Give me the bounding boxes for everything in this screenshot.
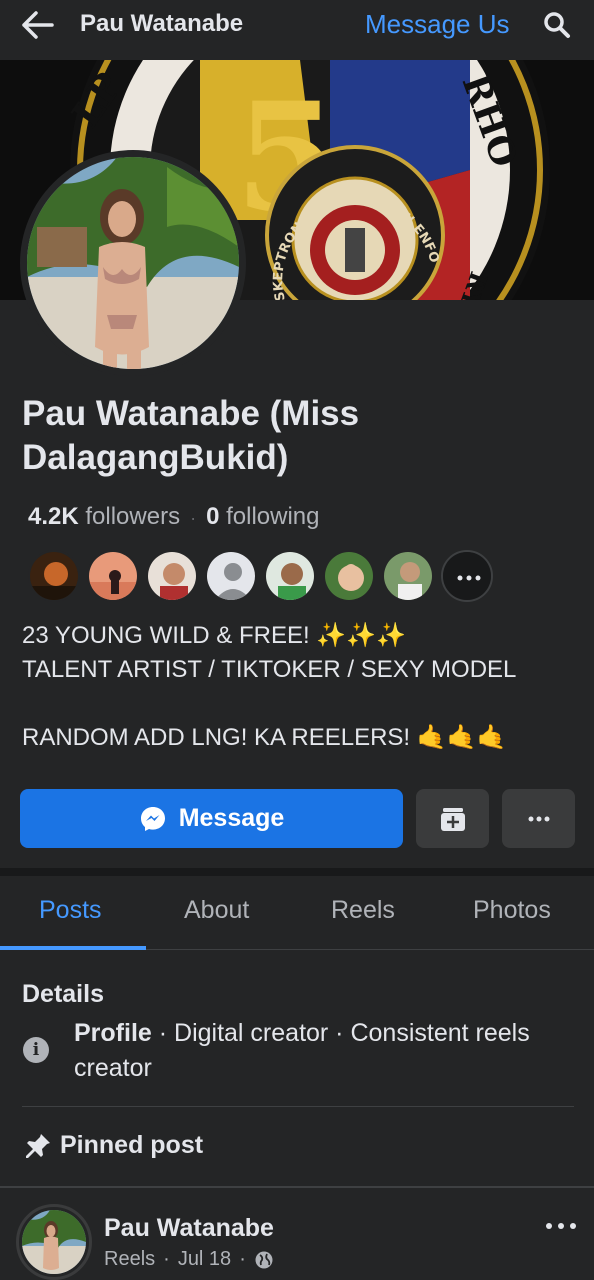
top-bar: Pau Watanabe Message Us bbox=[0, 0, 594, 50]
info-icon: i bbox=[23, 1037, 49, 1063]
bio-line: RANDOM ADD LNG! KA REELERS! 🤙🤙🤙 bbox=[22, 724, 507, 751]
followers-count[interactable]: 4.2K bbox=[28, 503, 79, 530]
follower-avatar[interactable] bbox=[323, 550, 375, 602]
profile-tabs: Posts About Reels Photos bbox=[0, 876, 594, 950]
pinned-post-header: Pinned post bbox=[24, 1131, 203, 1160]
pinned-post-label: Pinned post bbox=[60, 1131, 204, 1159]
messenger-icon bbox=[140, 806, 165, 831]
follower-avatar[interactable] bbox=[146, 550, 198, 602]
search-icon[interactable] bbox=[542, 10, 572, 40]
divider bbox=[0, 1186, 594, 1188]
follower-avatar[interactable] bbox=[441, 550, 493, 602]
section-separator bbox=[0, 868, 594, 876]
following-label[interactable]: following bbox=[226, 503, 319, 530]
follower-avatars[interactable] bbox=[28, 550, 500, 602]
follower-avatar[interactable] bbox=[264, 550, 316, 602]
post-author-avatar[interactable] bbox=[22, 1210, 86, 1274]
pin-icon bbox=[26, 1133, 50, 1158]
save-icon bbox=[440, 807, 465, 831]
message-button[interactable]: Message bbox=[20, 789, 403, 848]
globe-icon bbox=[255, 1251, 273, 1268]
tab-about[interactable]: About bbox=[184, 896, 249, 925]
post-author-name[interactable]: Pau Watanabe bbox=[104, 1214, 274, 1243]
more-options-button[interactable] bbox=[502, 789, 575, 848]
followers-label[interactable]: followers bbox=[85, 503, 180, 530]
arrow-left-icon[interactable] bbox=[20, 9, 56, 41]
follower-avatar[interactable] bbox=[28, 550, 80, 602]
bio-line bbox=[22, 687, 516, 721]
post-date[interactable]: Jul 18 bbox=[178, 1248, 231, 1271]
post-more-icon[interactable] bbox=[544, 1216, 578, 1236]
message-button-label: Message bbox=[178, 804, 285, 832]
bio-line: 23 YOUNG WILD & FREE! ✨✨✨ bbox=[22, 622, 406, 649]
details-heading: Details bbox=[22, 980, 104, 1008]
tab-photos[interactable]: Photos bbox=[473, 896, 551, 925]
profile-name: Pau Watanabe (Miss DalagangBukid) bbox=[22, 394, 360, 477]
more-icon bbox=[528, 816, 549, 821]
message-us-link[interactable]: Message Us bbox=[365, 9, 510, 40]
profile-detail: Profile · Digital creator · Consistent r… bbox=[74, 1016, 574, 1086]
following-count[interactable]: 0 bbox=[206, 503, 219, 530]
page-title: Pau Watanabe bbox=[80, 10, 244, 37]
follower-avatar[interactable] bbox=[382, 550, 434, 602]
follow-stats: 4.2K followers · 0 following bbox=[28, 503, 320, 531]
profile-label: Profile bbox=[74, 1019, 152, 1047]
tab-reels[interactable]: Reels bbox=[331, 896, 395, 925]
divider bbox=[22, 1106, 574, 1107]
stats-separator: · bbox=[190, 508, 197, 528]
profile-bio: 23 YOUNG WILD & FREE! ✨✨✨ TALENT ARTIST /… bbox=[22, 619, 516, 755]
post-type[interactable]: Reels bbox=[104, 1248, 155, 1271]
follower-avatar[interactable] bbox=[205, 550, 257, 602]
meta-separator: · bbox=[163, 1248, 170, 1270]
follower-avatar[interactable] bbox=[87, 550, 139, 602]
profile-avatar[interactable] bbox=[27, 157, 239, 369]
meta-separator: · bbox=[239, 1248, 246, 1270]
bio-line: TALENT ARTIST / TIKTOKER / SEXY MODEL bbox=[22, 656, 517, 683]
tab-posts[interactable]: Posts bbox=[39, 896, 102, 925]
active-tab-indicator bbox=[0, 946, 146, 950]
post-meta: Reels · Jul 18 · bbox=[104, 1248, 274, 1271]
save-button[interactable] bbox=[416, 789, 489, 848]
